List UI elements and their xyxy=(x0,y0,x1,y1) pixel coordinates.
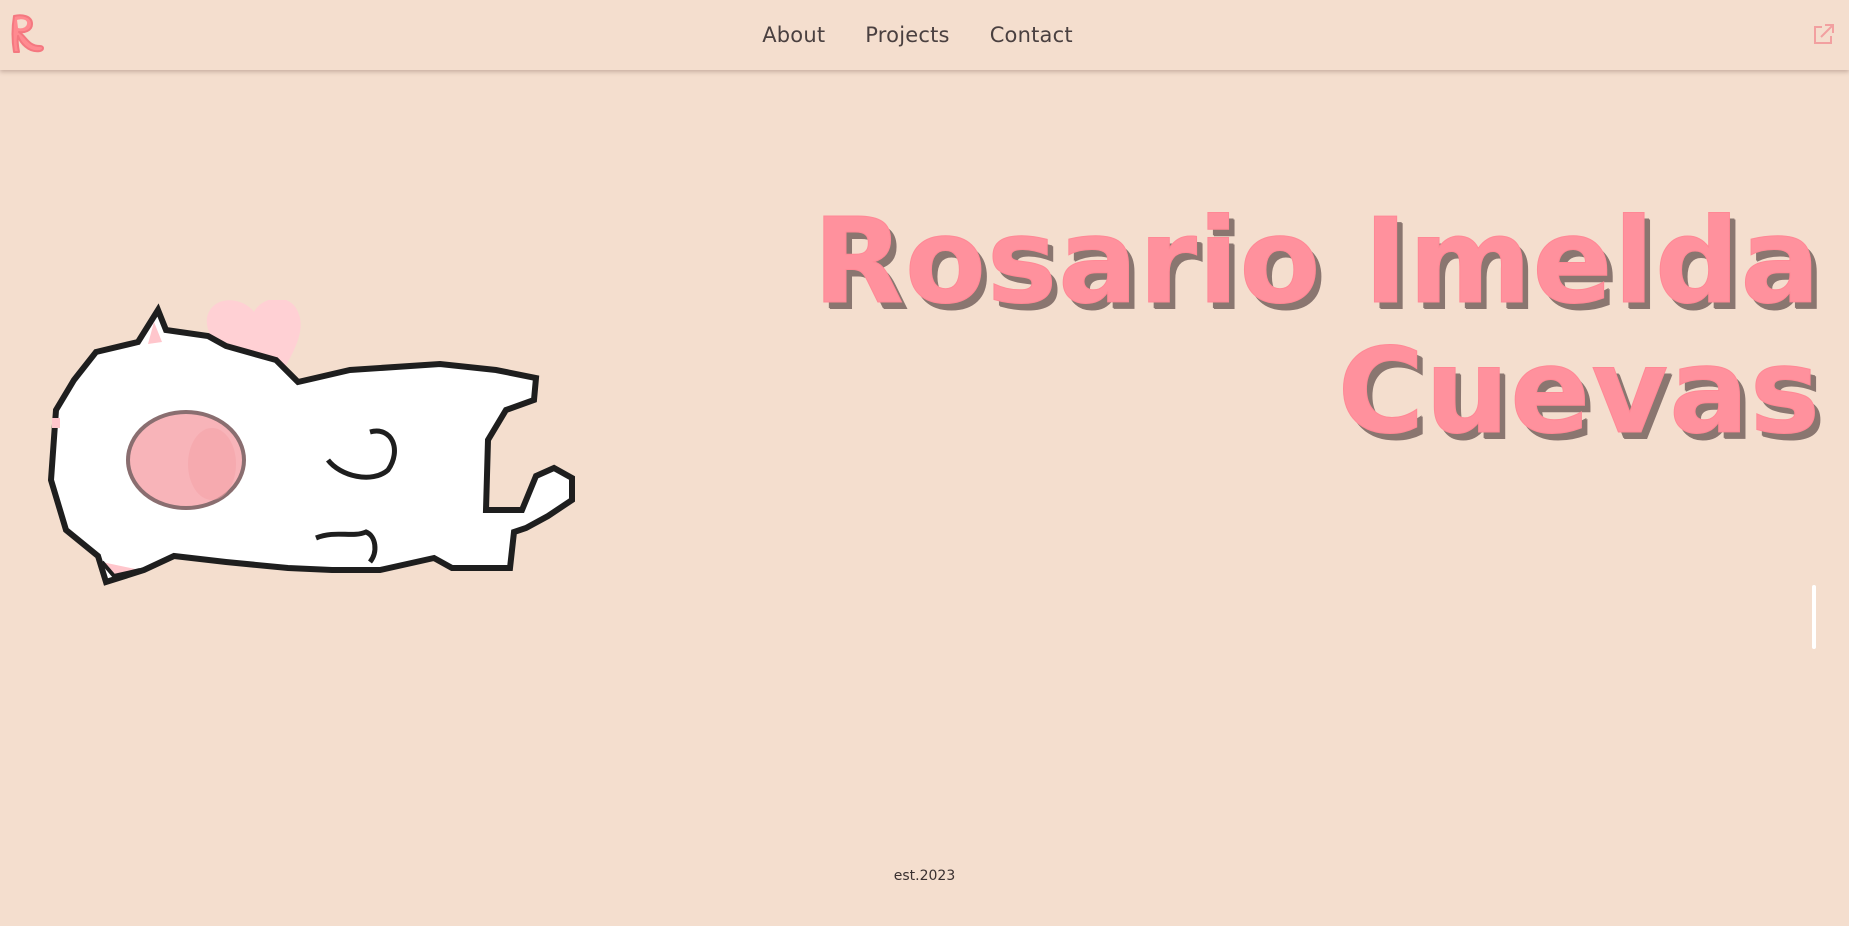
hero-title-second-line: Cuevas xyxy=(1337,322,1821,460)
scroll-indicator[interactable] xyxy=(1812,585,1816,649)
footer-established-text: est.2023 xyxy=(893,868,956,884)
nav-link-about[interactable]: About xyxy=(762,23,825,47)
nav-link-projects[interactable]: Projects xyxy=(865,23,949,47)
external-link-icon[interactable] xyxy=(1809,21,1837,49)
navbar: About Projects Contact xyxy=(0,0,1849,70)
nav-link-contact[interactable]: Contact xyxy=(990,23,1073,47)
hero-title-first-line: Rosario Imelda xyxy=(812,192,1821,330)
main-nav: About Projects Contact xyxy=(0,0,1849,70)
pixel-cat-with-heart-icon xyxy=(47,300,575,586)
hero-title: Rosario Imelda Cuevas xyxy=(812,192,1821,460)
page: About Projects Contact Rosario Imelda Cu… xyxy=(0,0,1849,926)
